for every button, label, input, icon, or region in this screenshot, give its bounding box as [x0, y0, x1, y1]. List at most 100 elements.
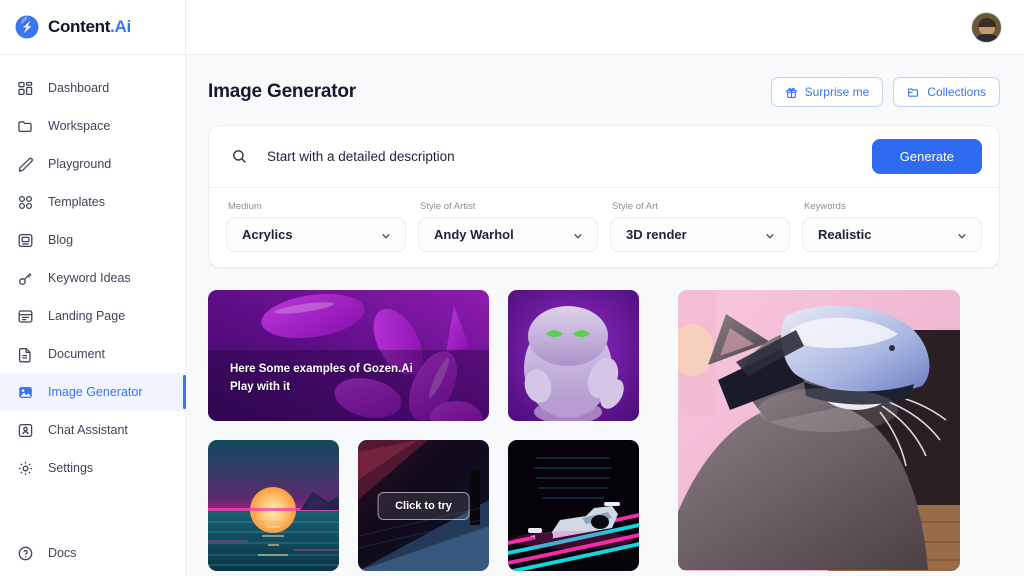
sidebar-item-label: Settings	[48, 461, 94, 475]
sidebar-nav: Dashboard Workspace Playground Templates…	[0, 55, 186, 487]
select-group-style-of-art: Style of Art 3D render	[610, 201, 790, 252]
chevron-down-icon	[380, 229, 392, 241]
sidebar-item-label: Dashboard	[48, 81, 110, 95]
page-header: Image Generator Surprise me Collections	[208, 77, 1000, 107]
prompt-row: Generate	[209, 126, 999, 188]
banner-caption: Here Some examples of Gozen.Ai Play with…	[230, 361, 413, 397]
collections-label: Collections	[927, 85, 986, 99]
brand-logo-area[interactable]: Content.Ai	[0, 0, 185, 55]
sidebar-item-blog[interactable]: Blog	[0, 221, 185, 259]
banner-line1: Here Some examples of Gozen.Ai	[230, 363, 413, 376]
folder-icon	[907, 86, 920, 99]
sidebar-item-document[interactable]: Document	[0, 335, 185, 373]
content-ai-logo-icon	[14, 14, 40, 40]
gallery-tile-neon-car[interactable]	[508, 440, 639, 571]
select-value: Realistic	[818, 227, 872, 242]
sidebar-item-templates[interactable]: Templates	[0, 183, 185, 221]
select-value: Andy Warhol	[434, 227, 514, 242]
avatar-hair	[977, 18, 996, 28]
gallery-left-column: Here Some examples of Gozen.Ai Play with…	[208, 290, 659, 576]
prompt-card: Generate Medium Acrylics Style of A	[208, 125, 1000, 268]
sidebar-item-playground[interactable]: Playground	[0, 145, 185, 183]
select-label: Style of Artist	[420, 201, 476, 212]
page-title: Image Generator	[208, 81, 356, 102]
surprise-me-button[interactable]: Surprise me	[770, 77, 884, 107]
select-value: Acrylics	[242, 227, 293, 242]
brand-name-text: Content	[48, 17, 111, 36]
grid-icon	[17, 194, 34, 211]
sidebar-item-label: Workspace	[48, 119, 111, 133]
topbar	[186, 0, 1024, 55]
gallery-tile-banner[interactable]: Here Some examples of Gozen.Ai Play with…	[208, 290, 489, 421]
sidebar-item-landing-page[interactable]: Landing Page	[0, 297, 185, 335]
click-to-try-button[interactable]: Click to try	[377, 491, 470, 520]
select-group-style-of-artist: Style of Artist Andy Warhol	[418, 201, 598, 252]
sidebar-item-workspace[interactable]: Workspace	[0, 107, 185, 145]
gallery-tile-race-overlay[interactable]: Click to try	[358, 440, 489, 571]
select-label: Keywords	[804, 201, 846, 212]
select-group-medium: Medium Acrylics	[226, 201, 406, 252]
collections-button[interactable]: Collections	[893, 77, 1000, 107]
chevron-down-icon	[764, 229, 776, 241]
search-icon	[231, 148, 248, 165]
chat-assistant-icon	[17, 422, 34, 439]
brand-name: Content.Ai	[48, 17, 131, 37]
sidebar-bottom: Docs	[0, 534, 185, 576]
gallery-row-top: Here Some examples of Gozen.Ai Play with…	[208, 290, 659, 421]
avatar-body	[973, 33, 1000, 42]
sidebar-item-docs[interactable]: Docs	[0, 534, 185, 572]
sidebar-item-label: Docs	[48, 546, 77, 560]
gallery: Here Some examples of Gozen.Ai Play with…	[208, 290, 1000, 576]
gear-icon	[17, 460, 34, 477]
select-value: 3D render	[626, 227, 687, 242]
pencil-icon	[17, 156, 34, 173]
sidebar-item-label: Image Generator	[48, 385, 143, 399]
gallery-tile-cat-vr[interactable]	[678, 290, 960, 571]
avatar[interactable]	[971, 11, 1002, 43]
brand-suffix: .Ai	[110, 17, 131, 36]
gift-icon	[785, 86, 798, 99]
select-label: Style of Art	[612, 201, 658, 212]
sidebar-item-label: Templates	[48, 195, 105, 209]
sidebar-item-image-generator[interactable]: Image Generator	[0, 373, 186, 411]
image-icon	[17, 384, 34, 401]
sidebar-item-chat-assistant[interactable]: Chat Assistant	[0, 411, 185, 449]
main-area: Image Generator Surprise me Collections …	[186, 0, 1024, 576]
help-circle-icon	[17, 545, 34, 562]
chevron-down-icon	[572, 229, 584, 241]
dashboard-icon	[17, 80, 34, 97]
gallery-row-bottom: Click to try	[208, 440, 659, 571]
sidebar-item-label: Blog	[48, 233, 74, 247]
sidebar-item-dashboard[interactable]: Dashboard	[0, 69, 185, 107]
app-root: Content.Ai Dashboard Workspace Playgroun…	[0, 0, 1024, 576]
generate-button[interactable]: Generate	[871, 139, 982, 174]
key-icon	[17, 270, 34, 287]
content-area: Image Generator Surprise me Collections …	[186, 55, 1024, 576]
sidebar-item-label: Landing Page	[48, 309, 126, 323]
select-style-of-art[interactable]: 3D render	[610, 217, 790, 252]
sidebar: Content.Ai Dashboard Workspace Playgroun…	[0, 0, 186, 576]
blog-icon	[17, 232, 34, 249]
sidebar-item-label: Keyword Ideas	[48, 271, 131, 285]
select-medium[interactable]: Acrylics	[226, 217, 406, 252]
sidebar-item-keyword-ideas[interactable]: Keyword Ideas	[0, 259, 185, 297]
sidebar-item-label: Playground	[48, 157, 112, 171]
banner-line2: Play with it	[230, 381, 291, 394]
sidebar-item-label: Document	[48, 347, 105, 361]
gallery-tile-monster[interactable]	[508, 290, 639, 421]
folder-icon	[17, 118, 34, 135]
chevron-down-icon	[956, 229, 968, 241]
selects-row: Medium Acrylics Style of Artist Andy War…	[209, 188, 999, 267]
select-keywords[interactable]: Realistic	[802, 217, 982, 252]
sidebar-item-settings[interactable]: Settings	[0, 449, 185, 487]
select-label: Medium	[228, 201, 262, 212]
sidebar-item-label: Chat Assistant	[48, 423, 128, 437]
header-actions: Surprise me Collections	[770, 77, 1000, 107]
select-style-of-artist[interactable]: Andy Warhol	[418, 217, 598, 252]
layout-icon	[17, 308, 34, 325]
prompt-input[interactable]	[248, 149, 872, 164]
surprise-me-label: Surprise me	[804, 85, 870, 99]
document-icon	[17, 346, 34, 363]
gallery-tile-sunset[interactable]	[208, 440, 339, 571]
